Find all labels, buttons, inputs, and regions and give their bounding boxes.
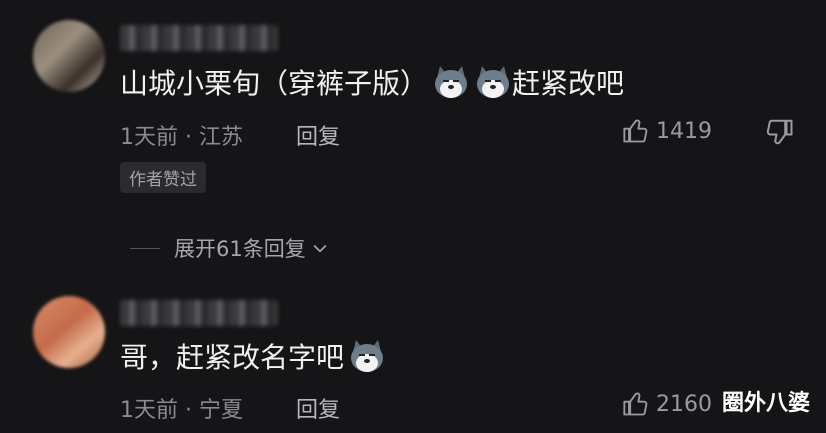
avatar[interactable] <box>33 20 105 92</box>
chevron-down-icon <box>313 244 327 253</box>
time-location: 1天前 · 宁夏 <box>120 398 243 423</box>
avatar[interactable] <box>33 296 105 368</box>
expand-replies-label: 展开61条回复 <box>174 237 306 261</box>
husky-emoji-icon <box>351 340 384 372</box>
reply-button[interactable]: 回复 <box>296 392 340 424</box>
expand-replies-button[interactable]: 展开61条回复 <box>130 233 330 263</box>
like-count: 1419 <box>656 118 712 144</box>
comment-text-suffix: 赶紧改吧 <box>512 67 625 100</box>
author-liked-badge: 作者赞过 <box>120 162 206 193</box>
thumbs-down-icon[interactable] <box>764 117 794 147</box>
reply-button[interactable]: 回复 <box>296 119 340 151</box>
thumbs-up-icon <box>623 119 648 143</box>
username-blurred[interactable] <box>120 300 278 326</box>
husky-emoji-icon <box>435 66 468 98</box>
time-location: 1天前 · 江苏 <box>120 125 243 150</box>
like-count: 2160 <box>656 391 712 417</box>
thumbs-up-icon <box>623 392 648 416</box>
divider-line <box>130 247 160 249</box>
username-blurred[interactable] <box>120 25 278 51</box>
comment-text-main: 山城小栗旬（穿裤子版） <box>120 67 429 100</box>
like-button[interactable]: 1419 <box>622 117 712 145</box>
husky-emoji-icon <box>477 66 510 98</box>
comment-text: 哥，赶紧改名字吧 <box>120 336 386 376</box>
comment-text-main: 哥，赶紧改名字吧 <box>120 341 345 374</box>
like-button[interactable]: 2160 <box>622 390 712 418</box>
comment-text: 山城小栗旬（穿裤子版） 赶紧改吧 <box>120 62 624 102</box>
watermark: 圈外八婆 <box>721 391 810 416</box>
